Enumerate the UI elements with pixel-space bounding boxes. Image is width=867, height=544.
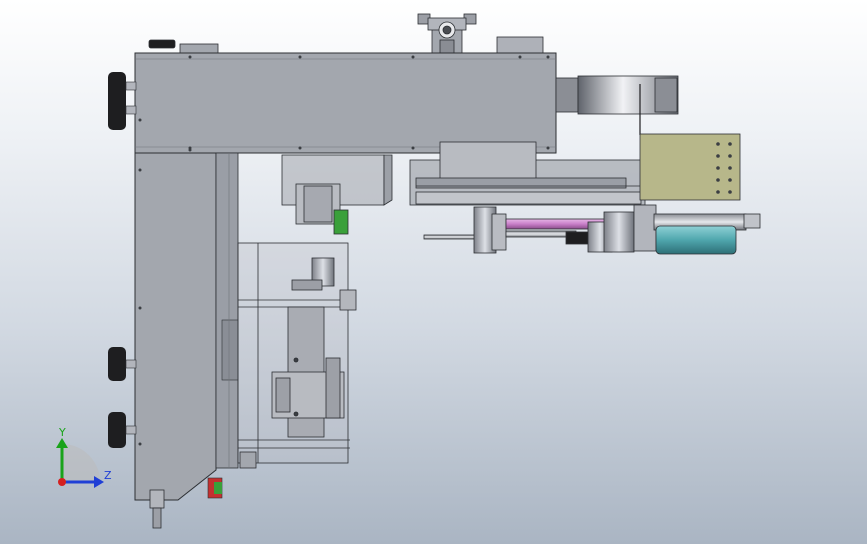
top-knob	[148, 39, 219, 55]
main-column	[134, 148, 239, 529]
linear-slide	[409, 141, 646, 206]
stepper-motor	[281, 154, 393, 235]
y-axis-label: Y	[58, 426, 66, 439]
spindle-assembly	[423, 204, 761, 255]
top-beam	[134, 52, 557, 154]
knob-middle	[108, 347, 137, 381]
cad-model-drawing: Y Z	[56, 13, 761, 529]
knob-top	[108, 72, 137, 130]
cad-viewport[interactable]: Y Z	[0, 0, 867, 544]
y-axis-arrowhead	[56, 438, 68, 448]
z-axis-label: Z	[104, 469, 112, 482]
olive-plate	[639, 133, 741, 201]
belt-drive	[555, 75, 679, 135]
knob-bottom	[108, 412, 137, 448]
coordinate-triad: Y Z	[56, 426, 112, 488]
top-fitting	[417, 13, 477, 55]
top-bracket	[496, 36, 544, 54]
x-axis-dot	[58, 478, 66, 486]
